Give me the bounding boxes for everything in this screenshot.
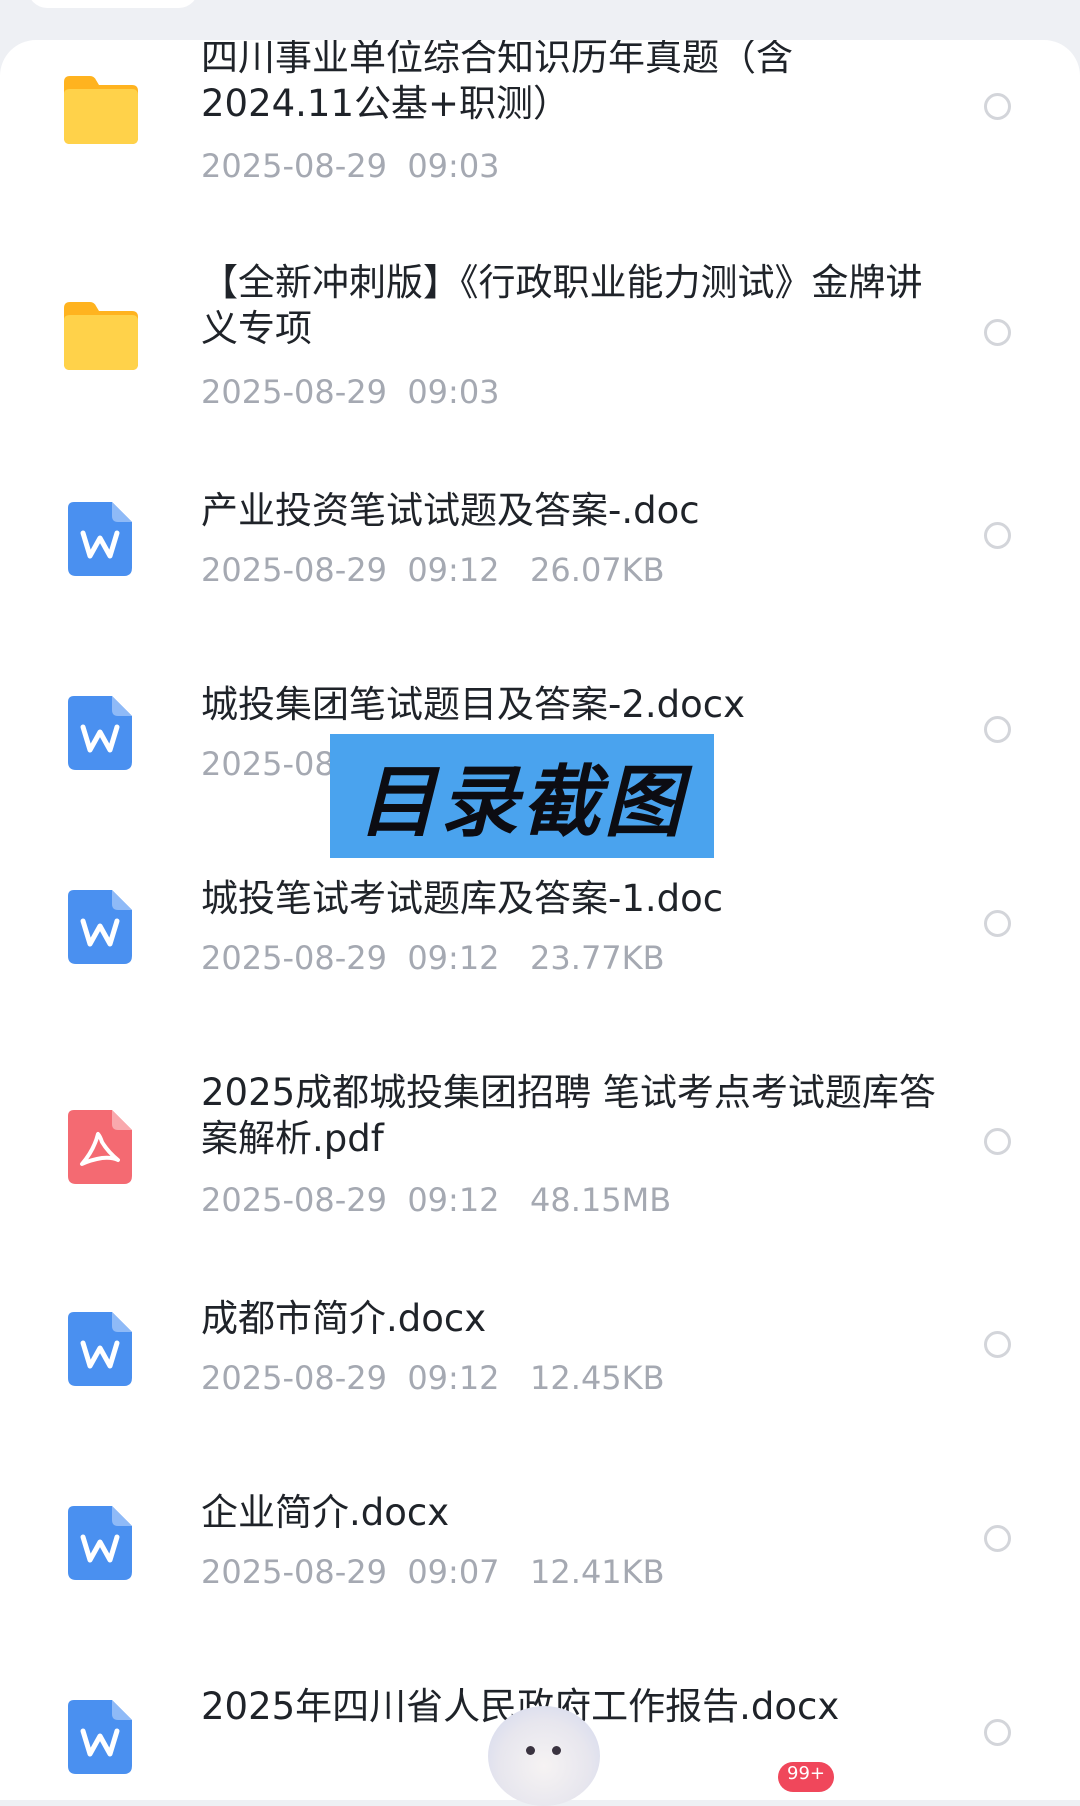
mascot-eye-icon [526, 1746, 535, 1755]
file-name: 四川事业单位综合知识历年真题（含2024.11公基+职测） [201, 40, 793, 125]
folder-icon [64, 302, 138, 370]
word-doc-icon [68, 1506, 132, 1580]
select-radio[interactable] [984, 93, 1011, 120]
select-radio[interactable] [984, 319, 1011, 346]
mascot-eye-icon [552, 1746, 561, 1755]
file-name: 【全新冲刺版】《行政职业能力测试》金牌讲义专项 [201, 261, 923, 350]
file-list-sheet: 四川事业单位综合知识历年真题（含2024.11公基+职测） 2025-08-29… [0, 40, 1080, 1800]
notification-badge: 99+ [778, 1762, 834, 1792]
word-doc-icon [68, 890, 132, 964]
file-meta: 2025-08-29 09:12 12.45KB [201, 1359, 665, 1397]
select-radio[interactable] [984, 1331, 1011, 1358]
word-doc-icon [68, 1312, 132, 1386]
word-doc-icon [68, 1700, 132, 1774]
watermark-label: 目录截图 [330, 734, 714, 858]
select-radio[interactable] [984, 1719, 1011, 1746]
folder-icon [64, 76, 138, 144]
file-name: 2025成都城投集团招聘 笔试考点考试题库答案解析.pdf [201, 1071, 936, 1160]
file-meta: 2025-08-29 09:12 26.07KB [201, 551, 665, 589]
select-radio[interactable] [984, 1128, 1011, 1155]
file-meta: 2025-08 [201, 745, 335, 783]
file-name: 城投笔试考试题库及答案-1.doc [201, 877, 724, 920]
select-radio[interactable] [984, 716, 1011, 743]
word-doc-icon [68, 502, 132, 576]
file-meta: 2025-08-29 09:03 [201, 373, 500, 411]
select-radio[interactable] [984, 910, 1011, 937]
file-meta: 2025-08-29 09:03 [201, 147, 500, 185]
select-radio[interactable] [984, 522, 1011, 549]
file-meta: 2025-08-29 09:12 48.15MB [201, 1181, 672, 1219]
file-meta: 2025-08-29 09:12 23.77KB [201, 939, 665, 977]
assistant-mascot-icon[interactable] [488, 1706, 600, 1806]
file-name: 企业简介.docx [201, 1491, 450, 1534]
watermark-text: 目录截图 [357, 758, 686, 848]
top-bar-fragment [28, 0, 198, 8]
select-radio[interactable] [984, 1525, 1011, 1552]
word-doc-icon [68, 696, 132, 770]
file-name: 产业投资笔试试题及答案-.doc [201, 489, 700, 532]
pdf-icon [68, 1110, 132, 1184]
file-name: 城投集团笔试题目及答案-2.docx [201, 683, 746, 726]
file-meta: 2025-08-29 09:07 12.41KB [201, 1553, 665, 1591]
file-name: 成都市简介.docx [201, 1297, 487, 1340]
